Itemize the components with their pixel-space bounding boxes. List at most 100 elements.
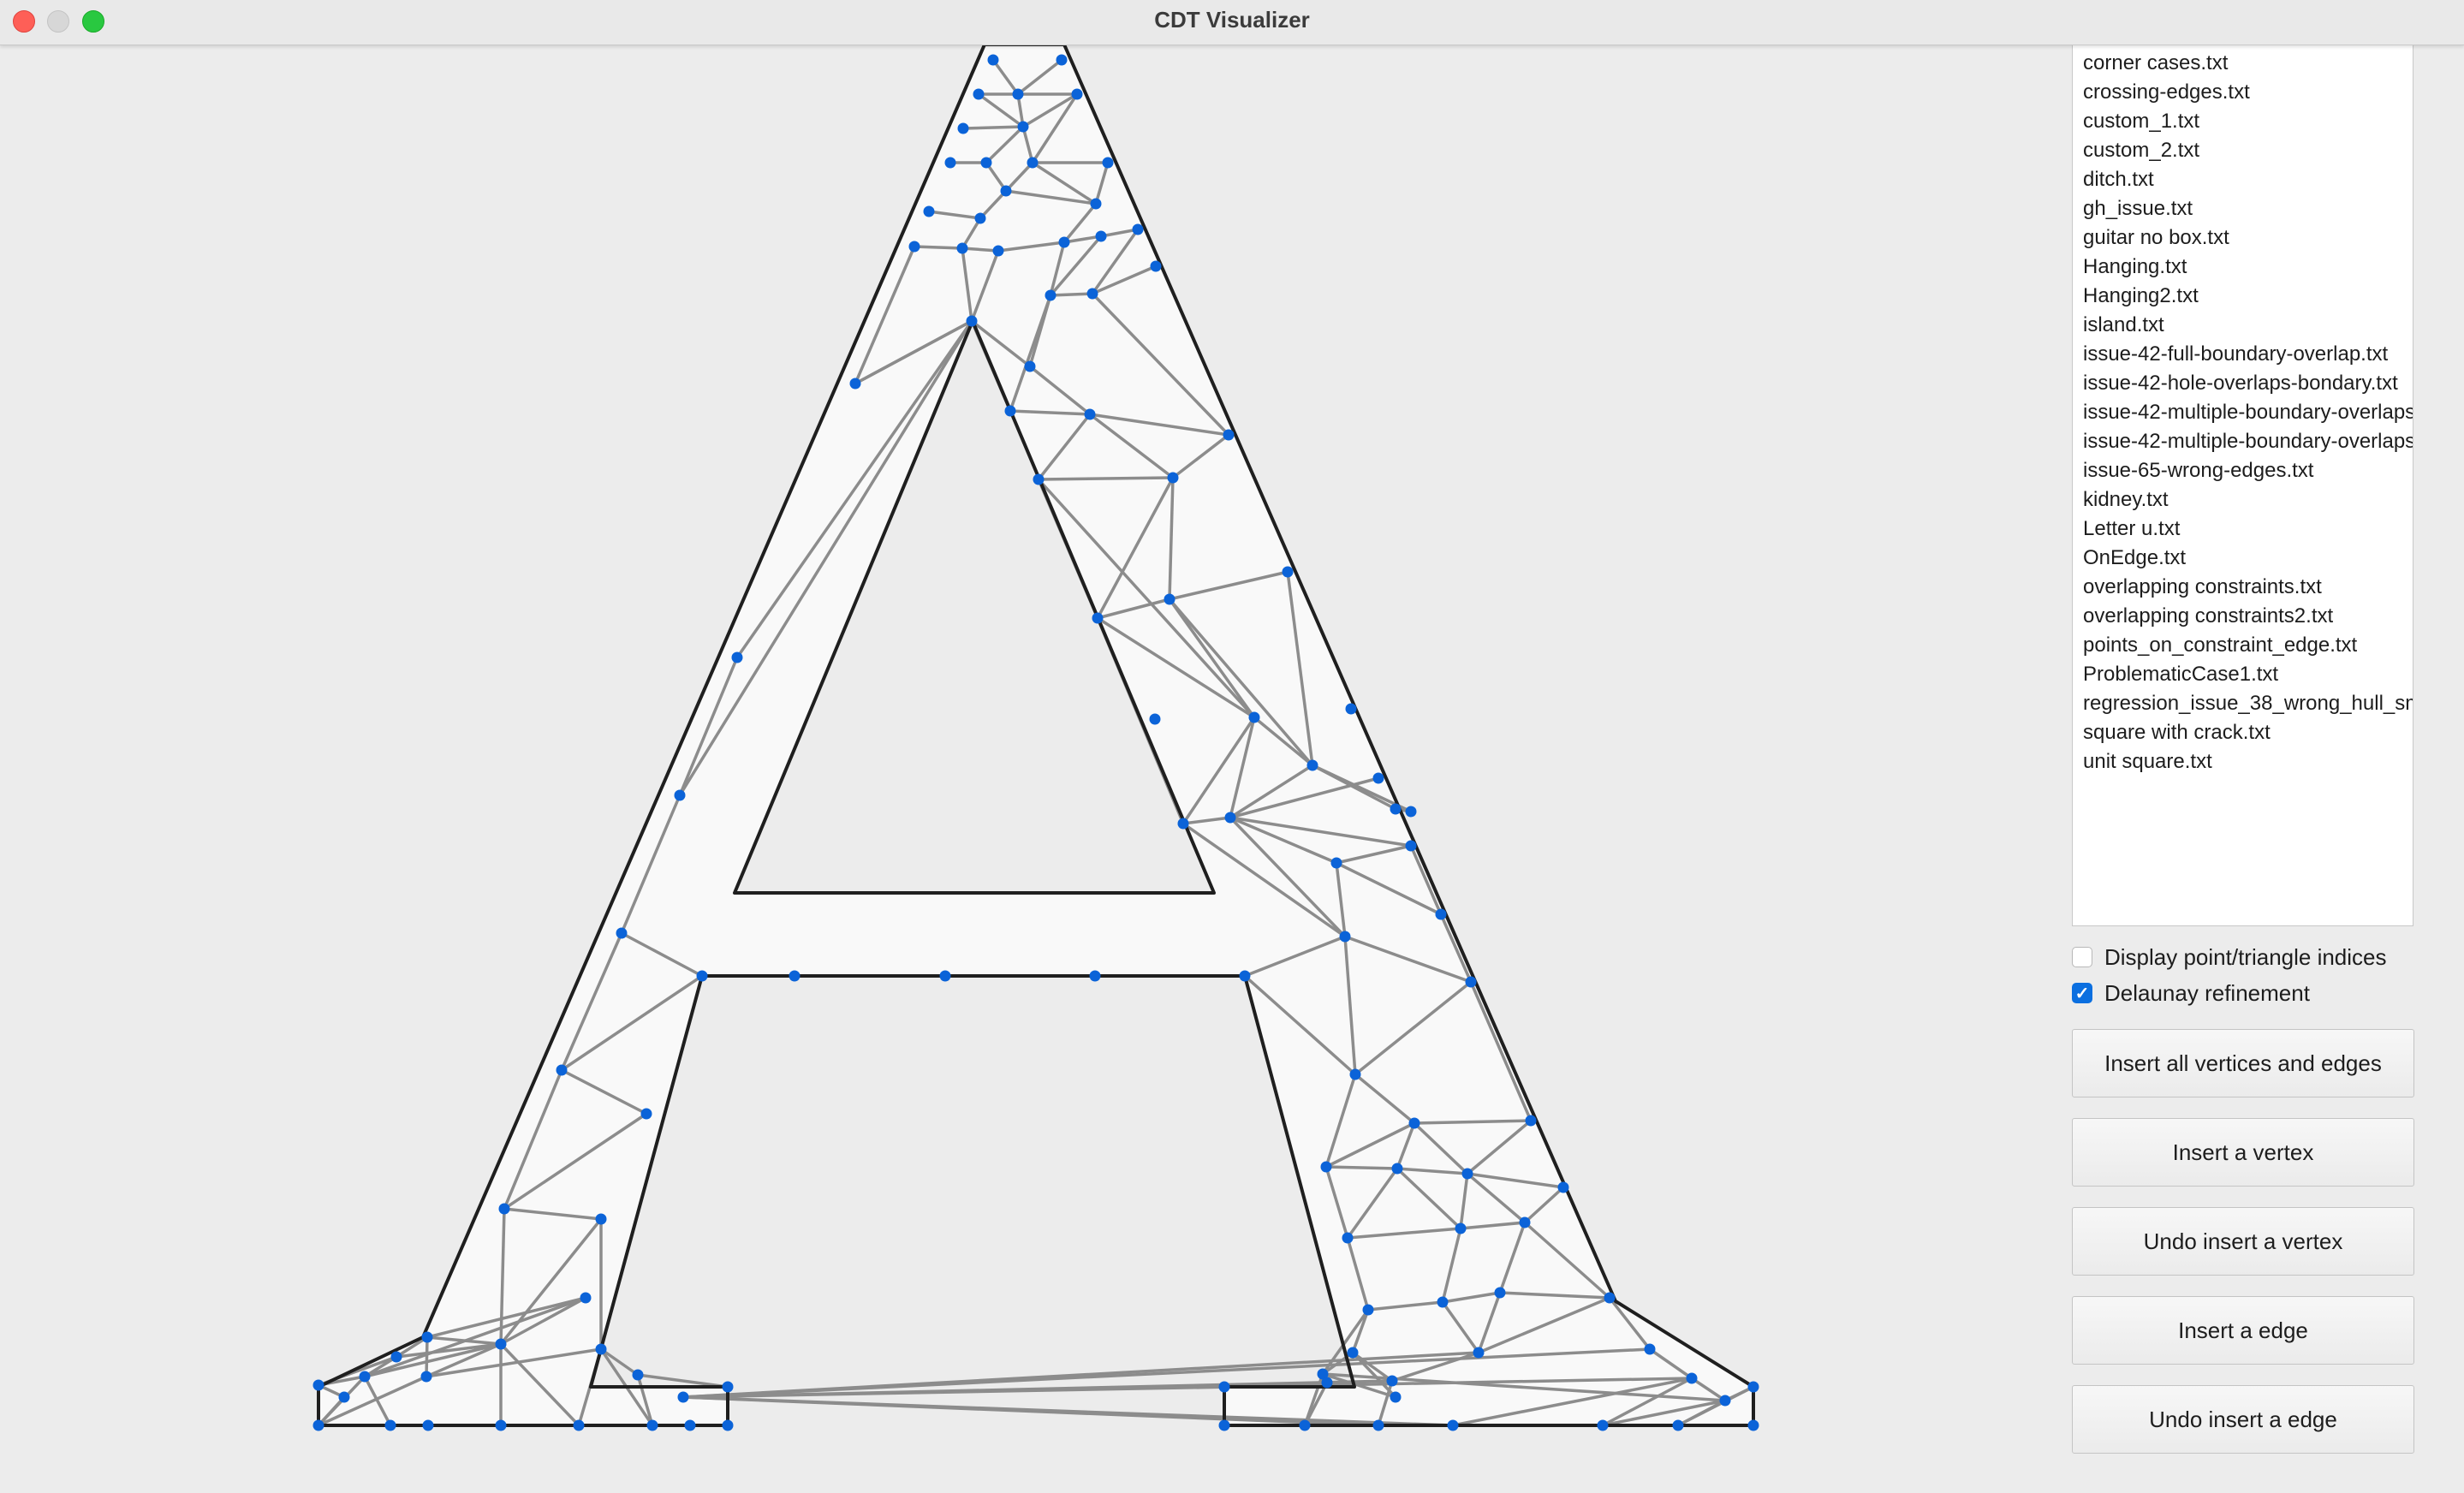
vertex-point bbox=[908, 241, 920, 253]
insert-edge-button[interactable]: Insert a edge bbox=[2072, 1296, 2414, 1365]
file-list-item[interactable]: ProblematicCase1.txt bbox=[2073, 660, 2413, 689]
vertex-point bbox=[849, 378, 861, 390]
vertex-point bbox=[1045, 289, 1056, 301]
display-indices-checkbox[interactable] bbox=[2072, 947, 2092, 967]
triangle-edge bbox=[914, 245, 963, 250]
undo-insert-edge-button[interactable]: Undo insert a edge bbox=[2072, 1385, 2414, 1454]
triangle-edge bbox=[637, 1373, 729, 1389]
vertex-point bbox=[312, 1419, 324, 1431]
vertex-point bbox=[987, 54, 999, 66]
vertex-point bbox=[498, 1203, 510, 1215]
file-list-item[interactable]: Letter u.txt bbox=[2073, 515, 2413, 544]
file-list-item[interactable]: square with crack.txt bbox=[2073, 718, 2413, 747]
file-list-item[interactable]: OnEdge.txt bbox=[2073, 544, 2413, 573]
display-indices-label: Display point/triangle indices bbox=[2104, 943, 2387, 970]
vertex-point bbox=[1372, 772, 1384, 784]
vertex-point bbox=[923, 205, 935, 217]
vertex-point bbox=[1390, 803, 1402, 815]
vertex-point bbox=[1056, 54, 1068, 66]
vertex-point bbox=[632, 1369, 644, 1381]
file-list-item[interactable]: ditch.txt bbox=[2073, 165, 2413, 194]
vertex-point bbox=[1372, 1419, 1384, 1431]
vertex-point bbox=[390, 1351, 402, 1363]
file-list-item[interactable]: Hanging2.txt bbox=[2073, 282, 2413, 311]
vertex-point bbox=[1644, 1343, 1656, 1355]
undo-insert-vertex-button[interactable]: Undo insert a vertex bbox=[2072, 1207, 2414, 1276]
vertex-point bbox=[1033, 473, 1045, 485]
vertex-point bbox=[1306, 759, 1318, 771]
vertex-point bbox=[980, 157, 992, 169]
file-list-item[interactable]: issue-42-multiple-boundary-overlaps-conf… bbox=[2073, 427, 2413, 456]
vertex-point bbox=[1391, 1163, 1403, 1175]
vertex-point bbox=[556, 1064, 568, 1076]
file-list-item[interactable]: corner cases.txt bbox=[2073, 49, 2413, 78]
file-list-item[interactable]: custom_1.txt bbox=[2073, 107, 2413, 136]
file-list-item[interactable]: crossing-edges.txt bbox=[2073, 78, 2413, 107]
file-list[interactable]: corner cases.txt crossing-edges.txt custom… bbox=[2072, 45, 2413, 926]
vertex-point bbox=[1747, 1419, 1759, 1431]
vertex-point bbox=[595, 1213, 607, 1225]
vertex-point bbox=[1058, 236, 1070, 248]
vertex-point bbox=[495, 1419, 507, 1431]
vertex-point bbox=[1092, 612, 1104, 624]
delaunay-refinement-option[interactable]: ✓ Delaunay refinement bbox=[2072, 978, 2310, 1008]
vertex-point bbox=[696, 970, 708, 982]
file-list-item[interactable]: guitar no box.txt bbox=[2073, 223, 2413, 253]
vertex-point bbox=[1672, 1419, 1684, 1431]
vertex-point bbox=[1224, 812, 1236, 824]
file-list-item[interactable]: unit square.txt bbox=[2073, 747, 2413, 776]
file-list-item[interactable]: issue-65-wrong-edges.txt bbox=[2073, 456, 2413, 485]
file-list-item[interactable]: regression_issue_38_wrong_hull_small.txt bbox=[2073, 689, 2413, 718]
vertex-point bbox=[1282, 566, 1294, 578]
vertex-point bbox=[1494, 1287, 1506, 1299]
letter-shape bbox=[318, 45, 1753, 1425]
triangle-edge bbox=[599, 1347, 640, 1377]
insert-vertex-button[interactable]: Insert a vertex bbox=[2072, 1118, 2414, 1187]
vertex-point bbox=[1299, 1419, 1311, 1431]
file-list-item[interactable]: kidney.txt bbox=[2073, 485, 2413, 515]
vertex-point bbox=[1000, 185, 1012, 197]
delaunay-refinement-checkbox[interactable]: ✓ bbox=[2072, 983, 2092, 1003]
vertex-point bbox=[580, 1292, 592, 1304]
display-indices-option[interactable]: Display point/triangle indices bbox=[2072, 942, 2387, 973]
file-list-item[interactable]: custom_2.txt bbox=[2073, 136, 2413, 165]
delaunay-refinement-label: Delaunay refinement bbox=[2104, 979, 2310, 1006]
vertex-point bbox=[1321, 1377, 1333, 1389]
file-list-item[interactable]: overlapping constraints.txt bbox=[2073, 573, 2413, 602]
vertex-point bbox=[1435, 908, 1447, 920]
vertex-point bbox=[1386, 1375, 1398, 1387]
triangulation-canvas[interactable] bbox=[0, 43, 2072, 1493]
vertex-point bbox=[1095, 230, 1107, 242]
file-list-item[interactable]: island.txt bbox=[2073, 311, 2413, 340]
vertex-point bbox=[1024, 360, 1036, 372]
file-list-item[interactable]: gh_issue.txt bbox=[2073, 194, 2413, 223]
vertex-point bbox=[1455, 1222, 1467, 1234]
vertex-point bbox=[640, 1108, 652, 1120]
vertex-point bbox=[1597, 1419, 1609, 1431]
triangle-edge bbox=[962, 125, 1024, 130]
vertex-point bbox=[956, 242, 968, 254]
title-bar: CDT Visualizer bbox=[0, 0, 2464, 45]
file-list-item[interactable]: Hanging.txt bbox=[2073, 253, 2413, 282]
vertex-point bbox=[1447, 1419, 1459, 1431]
vertex-point bbox=[495, 1338, 507, 1350]
vertex-point bbox=[1339, 931, 1351, 943]
triangle-edge bbox=[1038, 476, 1174, 481]
vertex-point bbox=[974, 212, 986, 224]
insert-all-button[interactable]: Insert all vertices and edges bbox=[2072, 1029, 2414, 1097]
vertex-point bbox=[646, 1419, 658, 1431]
triangle-edge bbox=[425, 1336, 429, 1377]
vertex-point bbox=[1465, 976, 1477, 988]
file-list-item[interactable]: points_on_constraint_edge.txt bbox=[2073, 631, 2413, 660]
vertex-point bbox=[731, 651, 743, 663]
vertex-point bbox=[966, 315, 978, 327]
file-list-item[interactable]: issue-42-hole-overlaps-bondary.txt bbox=[2073, 369, 2413, 398]
vertex-point bbox=[595, 1343, 607, 1355]
file-list-item[interactable]: issue-42-multiple-boundary-overlaps.txt bbox=[2073, 398, 2413, 427]
vertex-point bbox=[1223, 429, 1235, 441]
file-list-item[interactable]: overlapping constraints2.txt bbox=[2073, 602, 2413, 631]
vertex-point bbox=[944, 157, 956, 169]
vertex-point bbox=[939, 970, 951, 982]
file-list-item[interactable]: issue-42-full-boundary-overlap.txt bbox=[2073, 340, 2413, 369]
vertex-point bbox=[1239, 970, 1251, 982]
